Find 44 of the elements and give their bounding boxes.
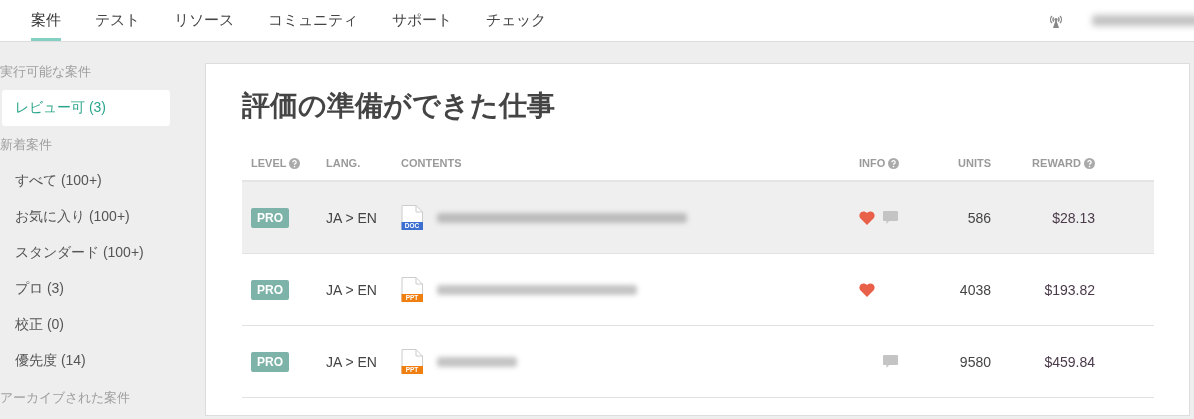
sidebar-item[interactable]: 優先度 (14)	[2, 343, 170, 379]
language-pair: JA > EN	[326, 281, 378, 298]
sidebar-item[interactable]: スタンダード (100+)	[2, 235, 170, 271]
reward-value: $28.13	[1051, 209, 1095, 226]
units-value: 4038	[958, 281, 991, 298]
heart-icon[interactable]	[859, 282, 875, 297]
column-header: LANG.	[326, 157, 361, 169]
nav-tab[interactable]: 案件	[31, 0, 61, 41]
blurred-title[interactable]	[437, 284, 637, 295]
page-title: 評価の準備ができた仕事	[242, 89, 555, 123]
nav-tab[interactable]: コミュニティ	[268, 0, 358, 41]
help-icon[interactable]	[289, 157, 301, 169]
column-header: UNITS	[958, 157, 991, 169]
language-pair: JA > EN	[326, 209, 378, 226]
reward-value: $193.82	[1043, 281, 1095, 298]
level-badge: PRO	[251, 279, 289, 300]
sidebar-item[interactable]: すべて (100+)	[2, 163, 170, 199]
column-header: INFO	[859, 157, 886, 169]
help-icon[interactable]	[888, 157, 900, 169]
reward-value: $459.84	[1043, 353, 1095, 370]
sidebar-item[interactable]: 校正 (0)	[2, 307, 170, 343]
language-pair: JA > EN	[326, 353, 378, 370]
column-header: LEVEL	[251, 157, 287, 169]
section-heading: 実行可能な案件	[0, 63, 92, 81]
sidebar-item[interactable]: お気に入り (100+)	[2, 199, 170, 235]
units-value: 586	[966, 209, 991, 226]
column-header: CONTENTS	[401, 157, 462, 169]
level-badge: PRO	[251, 351, 289, 372]
comment-icon[interactable]	[883, 354, 898, 369]
help-icon[interactable]	[1084, 157, 1095, 169]
nav-tab[interactable]: テスト	[95, 0, 140, 41]
blurred-title[interactable]	[437, 356, 517, 367]
sidebar-item[interactable]: プロ (3)	[2, 271, 170, 307]
nav-tab[interactable]: チェック	[486, 0, 546, 41]
section-heading: アーカイブされた案件	[0, 389, 131, 407]
blurred-title[interactable]	[437, 212, 687, 223]
level-badge: PRO	[251, 207, 289, 228]
units-value: 9580	[958, 353, 991, 370]
comment-icon[interactable]	[883, 210, 898, 225]
nav-tab[interactable]: サポート	[392, 0, 452, 41]
section-heading: 新着案件	[0, 136, 53, 154]
nav-tab[interactable]: リソース	[174, 0, 234, 41]
column-header: REWARD	[1032, 157, 1081, 169]
heart-icon[interactable]	[859, 210, 875, 225]
